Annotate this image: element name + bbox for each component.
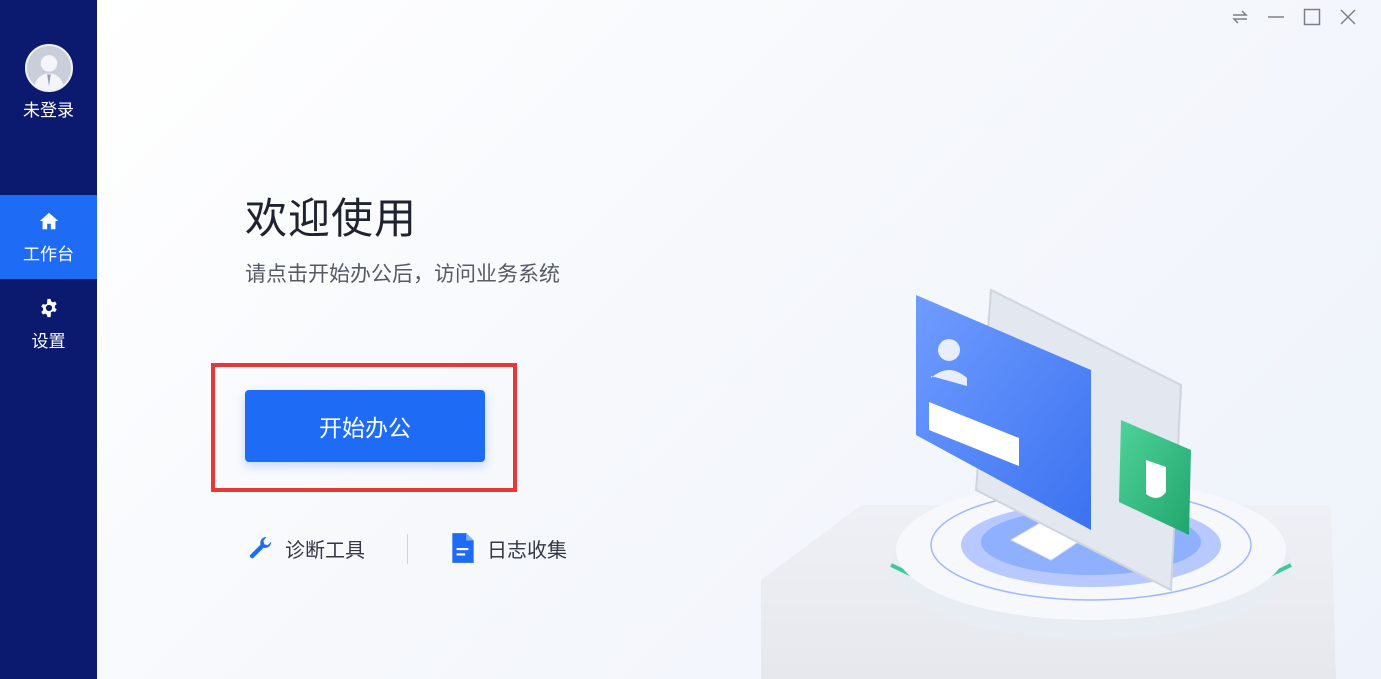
diagnostic-tool-link[interactable]: 诊断工具 (247, 530, 365, 566)
home-icon (39, 212, 58, 229)
sidebar-item-label: 设置 (31, 331, 66, 352)
sidebar: 未登录 工作台 设置 (0, 0, 97, 679)
swap-button[interactable] (1227, 4, 1253, 30)
computer-security-illustration (761, 270, 1381, 679)
swap-icon (1232, 10, 1248, 24)
maximize-button[interactable] (1299, 4, 1325, 30)
sidebar-item-label: 工作台 (23, 244, 74, 265)
monitor-illustration (761, 288, 1336, 679)
gear-icon (40, 298, 57, 317)
document-icon (452, 533, 474, 563)
page-subtitle: 请点击开始办公后，访问业务系统 (245, 262, 560, 286)
close-icon (1340, 9, 1356, 25)
wrench-icon (249, 536, 272, 559)
avatar[interactable] (25, 44, 73, 92)
page-title: 欢迎使用 (245, 194, 418, 243)
user-avatar-icon (27, 46, 71, 90)
sidebar-item-settings[interactable]: 设置 (0, 282, 97, 366)
log-collection-label: 日志收集 (487, 537, 567, 562)
close-button[interactable] (1335, 4, 1361, 30)
maximize-icon (1303, 8, 1321, 26)
minimize-icon (1268, 16, 1284, 18)
login-status-label[interactable]: 未登录 (0, 96, 97, 121)
main-content: 欢迎使用 请点击开始办公后，访问业务系统 开始办公 诊断工具 日志收集 (97, 0, 1381, 679)
diagnostic-tool-label: 诊断工具 (285, 537, 365, 562)
log-collection-link[interactable]: 日志收集 (449, 530, 567, 566)
divider (407, 534, 408, 564)
minimize-button[interactable] (1263, 4, 1289, 30)
window-controls (1227, 4, 1361, 30)
sidebar-item-workbench[interactable]: 工作台 (0, 195, 97, 279)
start-work-button[interactable]: 开始办公 (245, 390, 485, 462)
